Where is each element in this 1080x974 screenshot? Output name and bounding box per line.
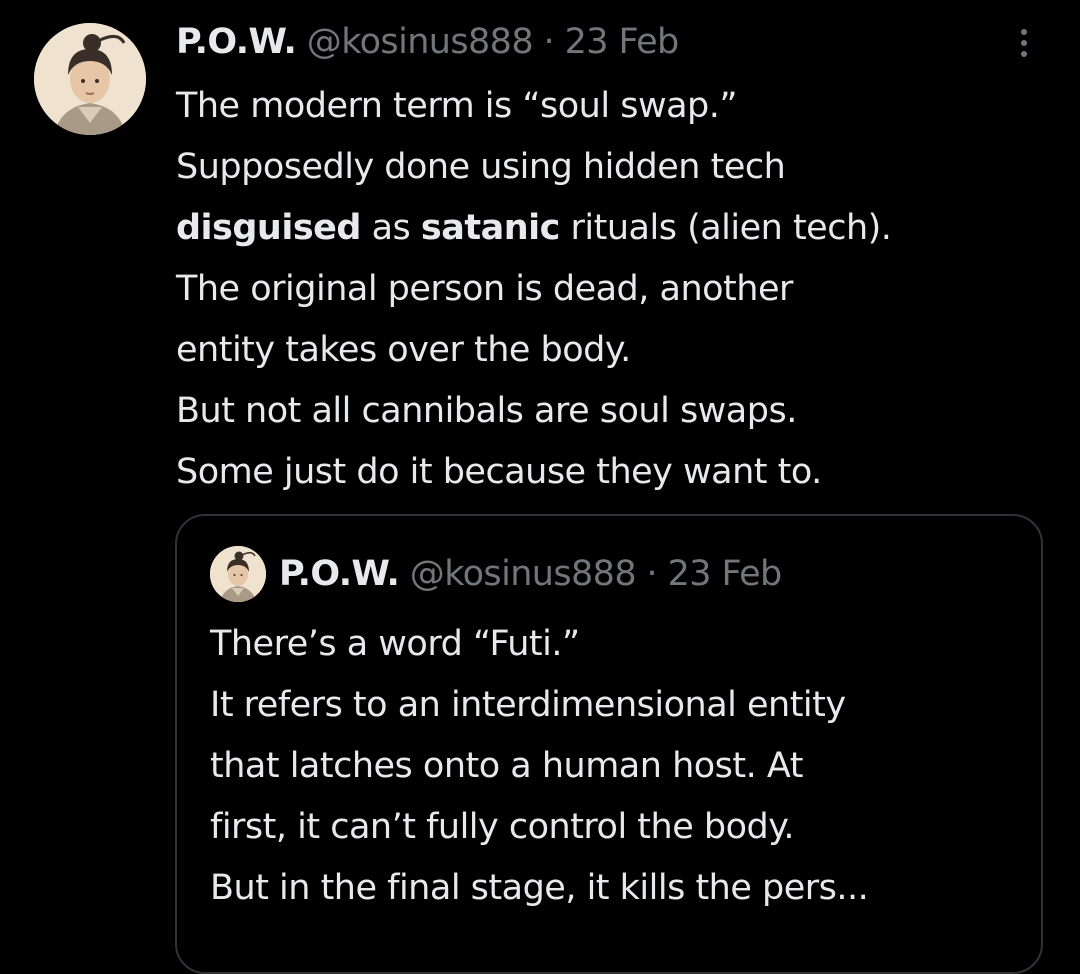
author-name[interactable]: P.O.W.	[176, 22, 297, 62]
quoted-body: There’s a word “Futi.” It refers to an i…	[210, 614, 1030, 919]
quoted-avatar	[210, 546, 266, 602]
bold-word: satanic	[420, 208, 560, 248]
tweet-header: P.O.W. @kosinus888 · 23 Feb	[176, 20, 679, 64]
quoted-author-handle: @kosinus888	[409, 554, 637, 594]
tweet-line: The original person is dead, another	[176, 269, 793, 309]
line-segment: rituals (alien tech).	[559, 208, 892, 248]
author-handle[interactable]: @kosinus888	[307, 22, 534, 62]
tweet-line: The modern term is “soul swap.”	[176, 86, 738, 126]
separator-dot: ·	[543, 22, 555, 62]
separator-dot: ·	[646, 554, 658, 594]
quoted-author-name: P.O.W.	[279, 554, 400, 594]
quoted-tweet[interactable]: P.O.W. @kosinus888 · 23 Feb There’s a wo…	[175, 514, 1043, 974]
quoted-line: But in the final stage, it kills the per…	[210, 868, 869, 908]
tweet-line: entity takes over the body.	[176, 330, 631, 370]
quoted-line: that latches onto a human host. At	[210, 746, 803, 786]
tweet-line: Supposedly done using hidden tech	[176, 147, 786, 187]
tweet-date[interactable]: 23 Feb	[565, 22, 680, 62]
quoted-line: first, it can’t fully control the body.	[210, 807, 795, 847]
tweet-line: disguised as satanic rituals (alien tech…	[176, 198, 1066, 259]
tweet-line: Some just do it because they want to.	[176, 452, 822, 492]
quoted-line: There’s a word “Futi.”	[210, 624, 580, 664]
tweet-line: But not all cannibals are soul swaps.	[176, 391, 797, 431]
quoted-header: P.O.W. @kosinus888 · 23 Feb	[279, 552, 782, 596]
avatar[interactable]	[34, 23, 146, 135]
bold-word: disguised	[176, 208, 361, 248]
quoted-line: It refers to an interdimensional entity	[210, 685, 846, 725]
tweet-body: The modern term is “soul swap.” Supposed…	[176, 76, 1066, 503]
more-vertical-icon[interactable]	[1010, 24, 1038, 68]
line-segment: as	[360, 208, 421, 248]
tweet[interactable]: P.O.W. @kosinus888 · 23 Feb The modern t…	[0, 0, 1080, 974]
quoted-date: 23 Feb	[667, 554, 783, 594]
